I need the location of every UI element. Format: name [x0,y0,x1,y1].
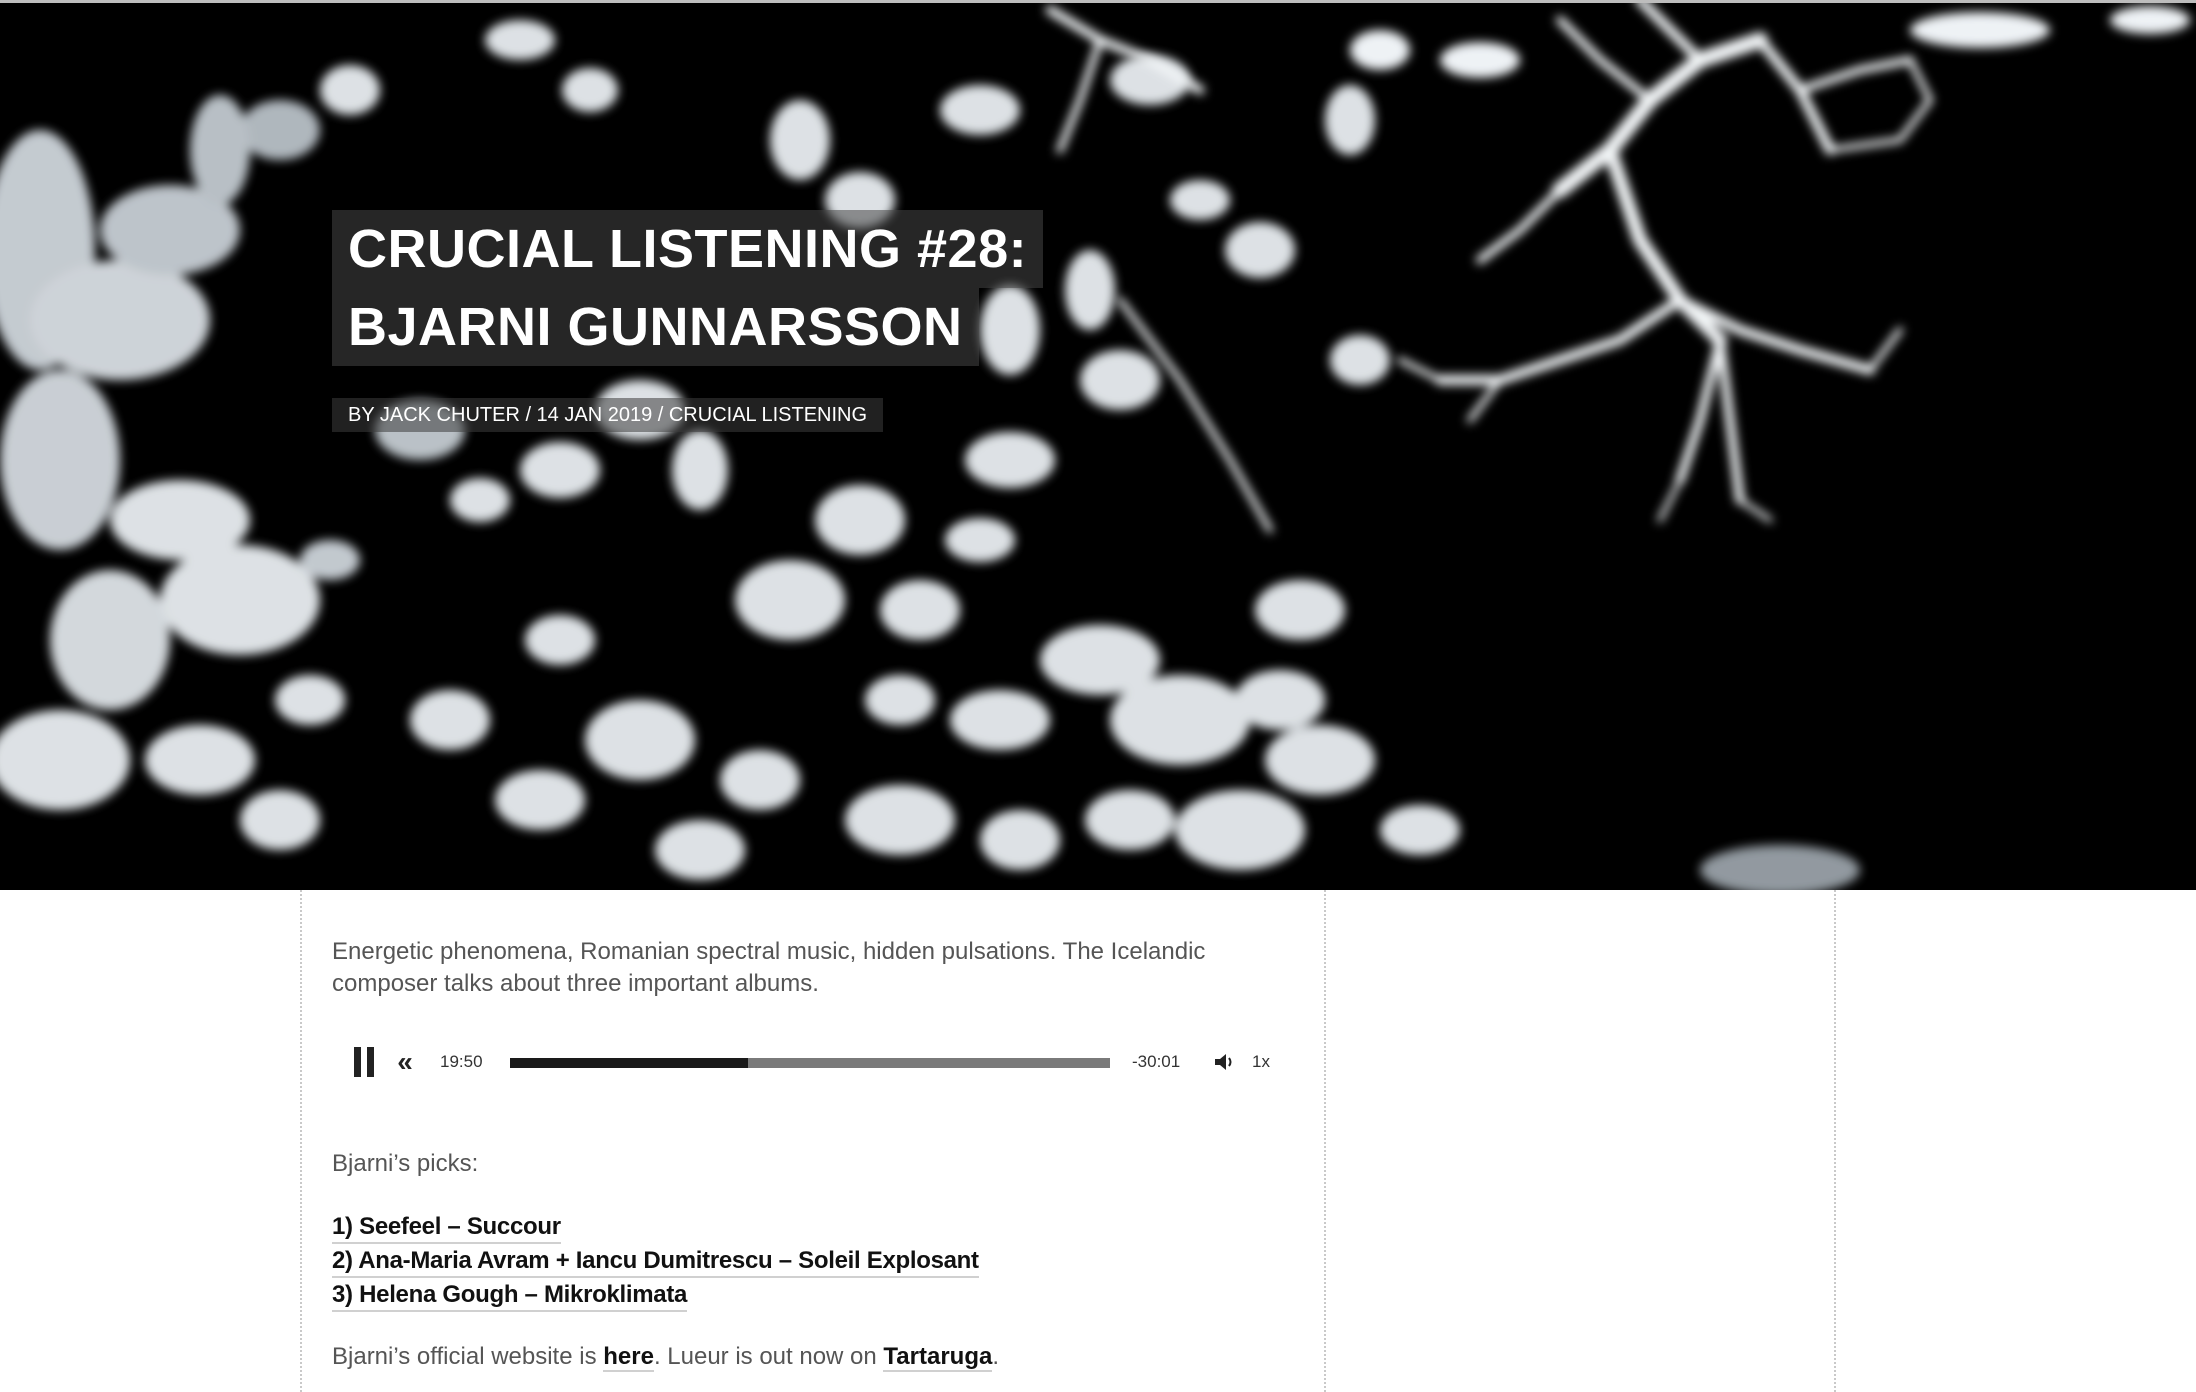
article-footer-text: Bjarni’s official website is here. Lueur… [332,1341,999,1373]
audio-player: « 19:50 -30:01 1x [332,1040,1292,1084]
pick-link-1[interactable]: 1) Seefeel – Succour [332,1212,561,1244]
footer-text-1: Bjarni’s official website is [332,1343,604,1370]
page: CRUCIAL LISTENING #28: BJARNI GUNNARSSON… [0,0,2196,1392]
website-link[interactable]: here [603,1343,654,1372]
hero-image [0,0,2196,890]
article-body: Energetic phenomena, Romanian spectral m… [332,936,1292,1000]
progress-bar[interactable] [510,1058,1110,1068]
column-divider-middle [1324,890,1326,1392]
title-line-1: CRUCIAL LISTENING #28: [332,210,1044,288]
hero-banner: CRUCIAL LISTENING #28: BJARNI GUNNARSSON… [0,0,2196,890]
article-title: CRUCIAL LISTENING #28: BJARNI GUNNARSSON [332,210,1044,366]
pause-icon[interactable] [348,1040,380,1084]
volume-icon[interactable] [1210,1040,1240,1084]
title-line-2: BJARNI GUNNARSSON [332,288,979,366]
pick-link-2[interactable]: 2) Ana-Maria Avram + Iancu Dumitrescu – … [332,1246,979,1278]
remaining-time: -30:01 [1132,1052,1181,1071]
label-link[interactable]: Tartaruga [883,1343,993,1372]
article-byline[interactable]: BY JACK CHUTER / 14 JAN 2019 / CRUCIAL L… [332,398,884,432]
playback-speed-button[interactable]: 1x [1252,1040,1270,1084]
progress-fill [510,1058,749,1068]
current-time: 19:50 [440,1052,483,1071]
footer-text-2: . Lueur is out now on [653,1343,884,1370]
footer-text-3: . [992,1343,1000,1370]
top-border [0,0,2196,3]
pick-link-3[interactable]: 3) Helena Gough – Mikroklimata [332,1280,687,1312]
rewind-icon[interactable]: « [390,1040,420,1084]
article-intro: Energetic phenomena, Romanian spectral m… [332,938,1206,997]
picks-list: 1) Seefeel – Succour 2) Ana-Maria Avram … [332,1212,979,1314]
column-divider-right [1834,890,1836,1392]
column-divider-left [300,890,302,1392]
picks-label: Bjarni’s picks: [332,1150,479,1177]
